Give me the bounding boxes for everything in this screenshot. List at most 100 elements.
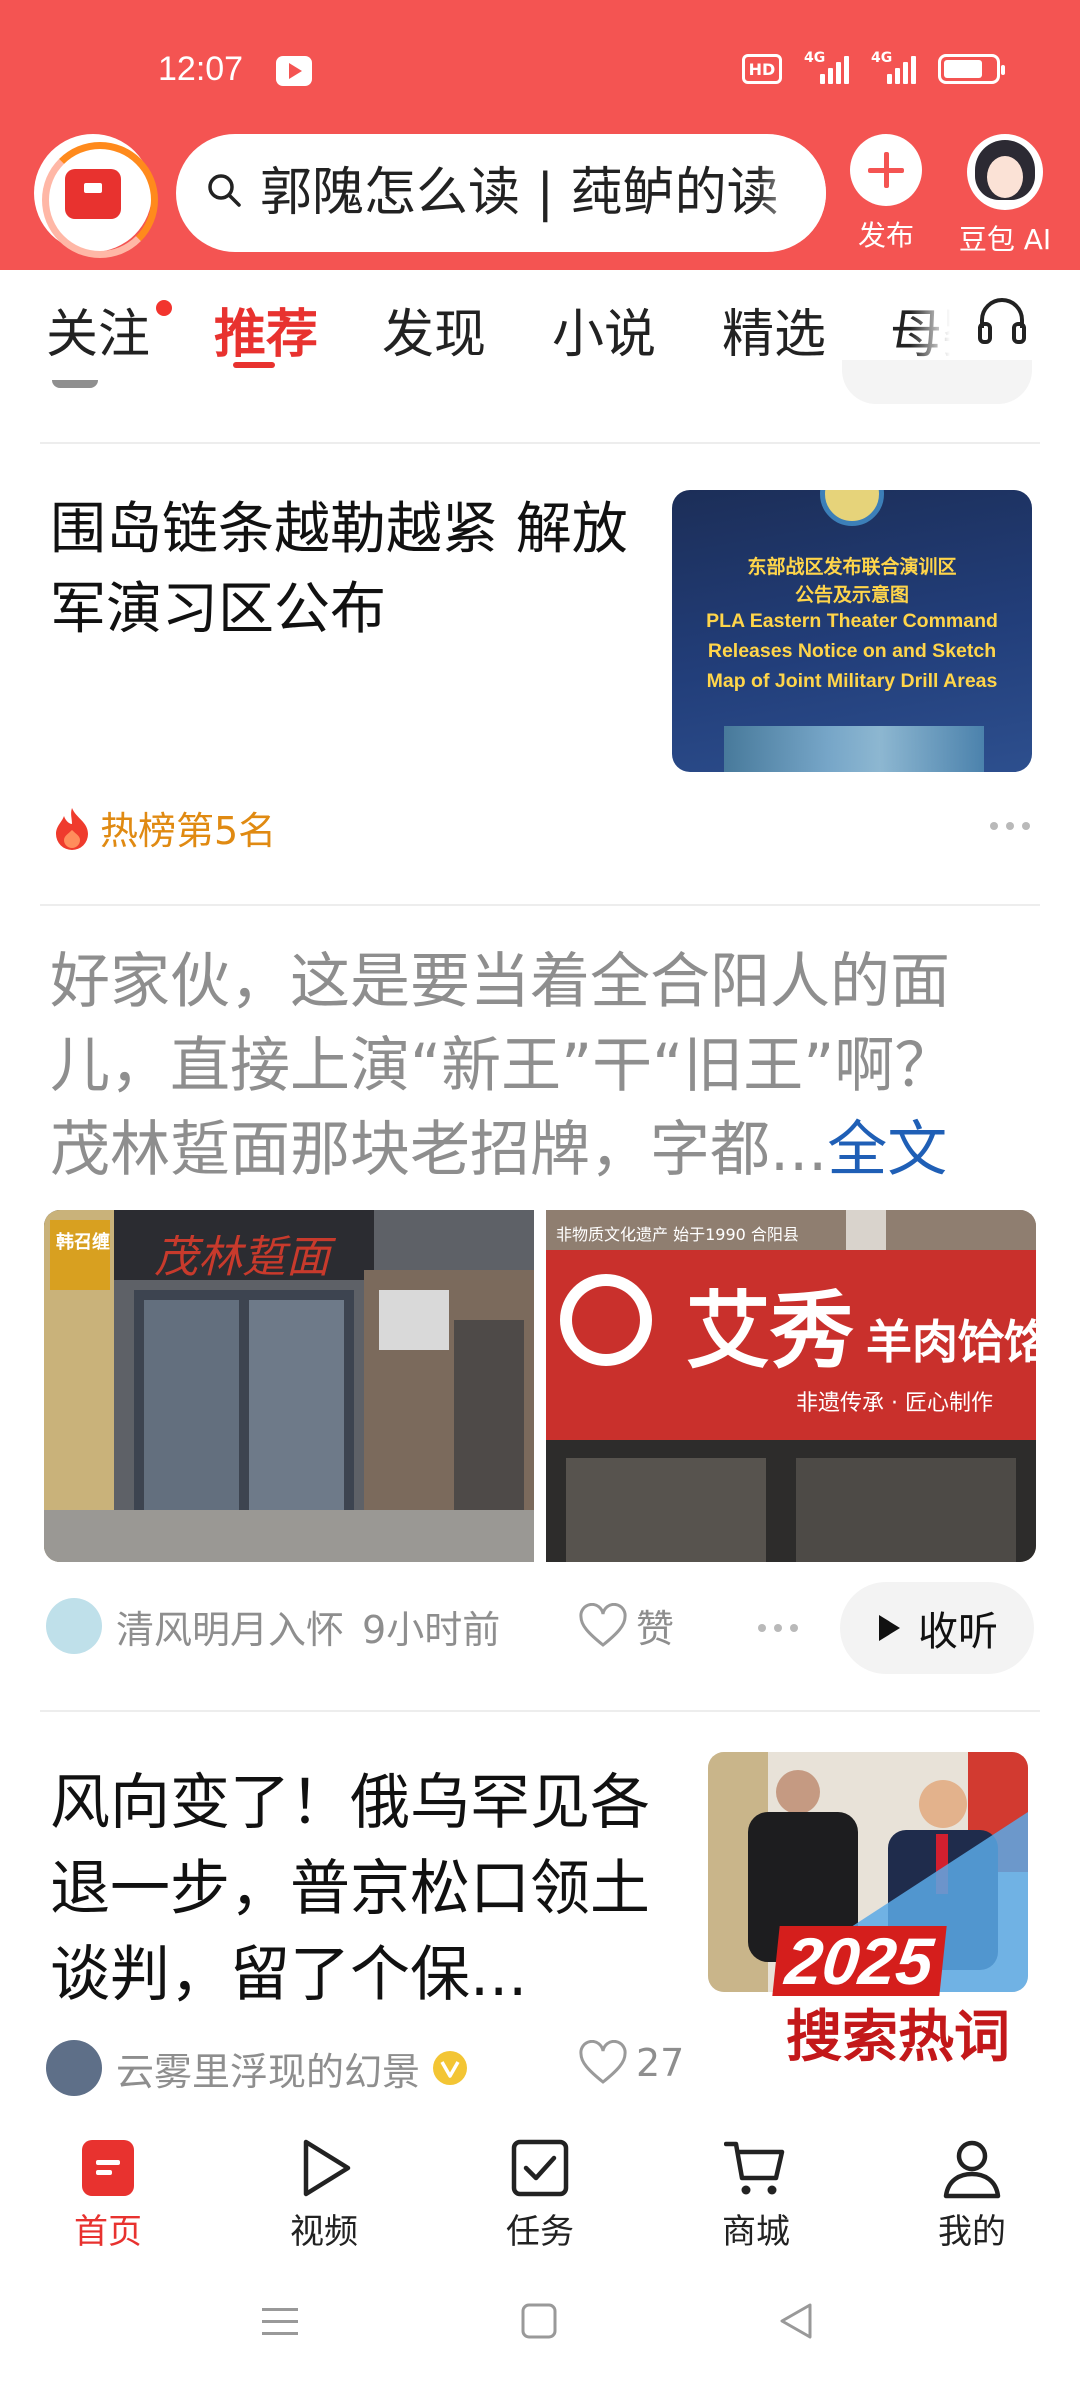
video-notification-icon	[276, 56, 312, 86]
nav-video[interactable]: 视频	[264, 2136, 384, 2253]
nav-home-label: 首页	[74, 2212, 142, 2252]
home-icon	[76, 2136, 140, 2200]
svg-text:艾秀: 艾秀	[686, 1282, 854, 1380]
publish-button[interactable]: 发布	[846, 134, 926, 254]
post-meta: 清风明月入怀 9小时前	[46, 1598, 500, 1654]
headphone-icon[interactable]	[974, 292, 1030, 348]
previous-card-edge	[842, 360, 1032, 404]
system-navigation-bar	[0, 2280, 1080, 2400]
article-title[interactable]: 风向变了！俄乌罕见各退一步，普京松口领土谈判，留了个保...	[50, 1760, 670, 2018]
tab-recommend[interactable]: 推荐	[214, 292, 318, 367]
cart-icon	[723, 2136, 788, 2200]
publish-label: 发布	[857, 219, 914, 252]
post-text-line: 好家伙，这是要当着全合阳人的面	[50, 947, 950, 1017]
verified-icon	[433, 2051, 468, 2085]
previous-avatar-edge	[52, 380, 98, 388]
post-text-line: 儿，直接上演“新王”干“旧王”啊？	[50, 1031, 955, 1101]
menu-icon[interactable]	[258, 2302, 302, 2342]
svg-text:非遗传承 · 匠心制作: 非遗传承 · 匠心制作	[796, 1391, 993, 1416]
author-avatar[interactable]	[46, 2040, 102, 2096]
author-name[interactable]: 云雾里浮现的幻景	[116, 2041, 420, 2096]
app-logo[interactable]	[34, 134, 158, 258]
thumb-caption-en: Releases Notice on and Sketch	[707, 640, 997, 662]
post-image-2[interactable]: 非物质文化遗产 始于1990 合阳县 艾秀 羊肉饸饹 非遗传承 · 匠心制作	[546, 1210, 1036, 1562]
thumb-caption-cn: 东部战区发布联合演训区	[747, 556, 957, 578]
hot-rank-badge[interactable]: 热榜第5名	[52, 800, 276, 855]
heart-icon	[579, 2040, 627, 2084]
thumb-caption-en: Map of Joint Military Drill Areas	[706, 670, 998, 692]
status-indicators: HD 4G 4G	[742, 50, 1005, 84]
divider	[40, 904, 1040, 906]
article-thumbnail[interactable]: 东部战区发布联合演训区 公告及示意图 PLA Eastern Theater C…	[672, 490, 1032, 772]
nav-home[interactable]: 首页	[48, 2136, 168, 2253]
nav-profile[interactable]: 我的	[912, 2136, 1032, 2253]
doubao-ai-button[interactable]: 豆包 AI	[950, 134, 1060, 258]
map-image	[724, 726, 984, 772]
active-tab-indicator	[233, 362, 275, 368]
more-options-icon[interactable]	[758, 1624, 802, 1634]
listen-button[interactable]: 收听	[840, 1582, 1034, 1674]
hd-voice-icon: HD	[742, 54, 782, 84]
play-icon	[879, 1615, 900, 1641]
profile-icon	[940, 2136, 1004, 2200]
like-button[interactable]: 27	[578, 2040, 684, 2086]
svg-text:非物质文化遗产 始于1990 合阳县: 非物质文化遗产 始于1990 合阳县	[556, 1225, 799, 1244]
post-image-1[interactable]: 韩召缠 措牛肉 茂林踅面	[44, 1210, 534, 1562]
author-avatar[interactable]	[46, 1598, 102, 1654]
thumb-caption-cn: 公告及示意图	[794, 584, 909, 606]
video-play-icon	[292, 2136, 356, 2200]
article-title[interactable]: 围岛链条越勒越紧 解放军演习区公布	[50, 490, 630, 650]
full-text-link[interactable]: 全文	[827, 1115, 947, 1185]
svg-text:茂林踅面: 茂林踅面	[154, 1232, 337, 1283]
nav-mall-label: 商城	[722, 2212, 790, 2252]
back-icon[interactable]	[774, 2300, 818, 2342]
battery-icon	[938, 54, 1005, 84]
task-check-icon	[508, 2136, 572, 2200]
restaurant-photo-2: 非物质文化遗产 始于1990 合阳县 艾秀 羊肉饸饹 非遗传承 · 匠心制作	[546, 1210, 1036, 1562]
author-name[interactable]: 清风明月入怀	[116, 1599, 344, 1654]
post-text[interactable]: 好家伙，这是要当着全合阳人的面 儿，直接上演“新王”干“旧王”啊？ 茂林踅面那块…	[50, 940, 1040, 1192]
nav-mall[interactable]: 商城	[696, 2136, 816, 2253]
heart-icon	[579, 1602, 627, 1647]
nav-tasks-label: 任务	[506, 2212, 574, 2252]
doubao-label: 豆包 AI	[958, 223, 1052, 256]
tab-maternal[interactable]: 母婴	[890, 292, 950, 367]
nav-tasks[interactable]: 任务	[480, 2136, 600, 2253]
like-count: 27	[636, 2041, 685, 2085]
tab-featured[interactable]: 精选	[722, 292, 826, 367]
post-text-line: 茂林踅面那块老招牌，字都...全文	[50, 1115, 948, 1185]
svg-text:羊肉饸饹: 羊肉饸饹	[866, 1315, 1036, 1369]
listen-label: 收听	[918, 1609, 998, 1655]
logo-icon	[65, 169, 121, 219]
hot-rank-label: 热榜第5名	[100, 809, 277, 853]
tab-novel[interactable]: 小说	[552, 292, 656, 367]
search-icon	[208, 174, 241, 207]
like-label: 赞	[636, 1607, 675, 1651]
tab-discover[interactable]: 发现	[382, 292, 486, 367]
more-options-icon[interactable]	[990, 822, 1034, 832]
top-header: 12:07 HD 4G 4G 郭隗怎么读 | 莼鲈的读 发布 豆包 AI	[0, 0, 1080, 270]
flame-icon	[56, 807, 88, 850]
post-time: 9小时前	[362, 1607, 501, 1652]
search-hotword-badge[interactable]: 2025 搜索热词	[772, 1924, 1036, 2070]
post-meta: 云雾里浮现的幻景	[46, 2040, 470, 2096]
nav-profile-label: 我的	[938, 2212, 1006, 2252]
thumb-caption-en: PLA Eastern Theater Command	[706, 610, 998, 632]
search-bar[interactable]: 郭隗怎么读 | 莼鲈的读	[176, 134, 826, 252]
bottom-navigation: 首页 视频 任务 商城 我的	[0, 2116, 1080, 2260]
restaurant-photo-1: 韩召缠 措牛肉 茂林踅面	[44, 1210, 534, 1562]
unread-dot	[156, 300, 172, 316]
nav-video-label: 视频	[290, 2212, 358, 2252]
home-square-icon[interactable]	[518, 2300, 560, 2342]
badge-text: 搜索热词	[786, 2005, 1010, 2070]
doubao-avatar-icon	[967, 134, 1043, 210]
plus-icon	[850, 134, 922, 206]
like-button[interactable]: 赞	[578, 1598, 674, 1653]
search-placeholder: 郭隗怎么读 | 莼鲈的读	[260, 163, 779, 223]
divider	[40, 442, 1040, 444]
signal-icon-2: 4G	[871, 50, 916, 84]
status-time: 12:07	[158, 50, 244, 88]
emblem-icon	[820, 490, 884, 526]
badge-year: 2025	[772, 1924, 947, 1998]
tab-follow[interactable]: 关注	[46, 292, 150, 367]
